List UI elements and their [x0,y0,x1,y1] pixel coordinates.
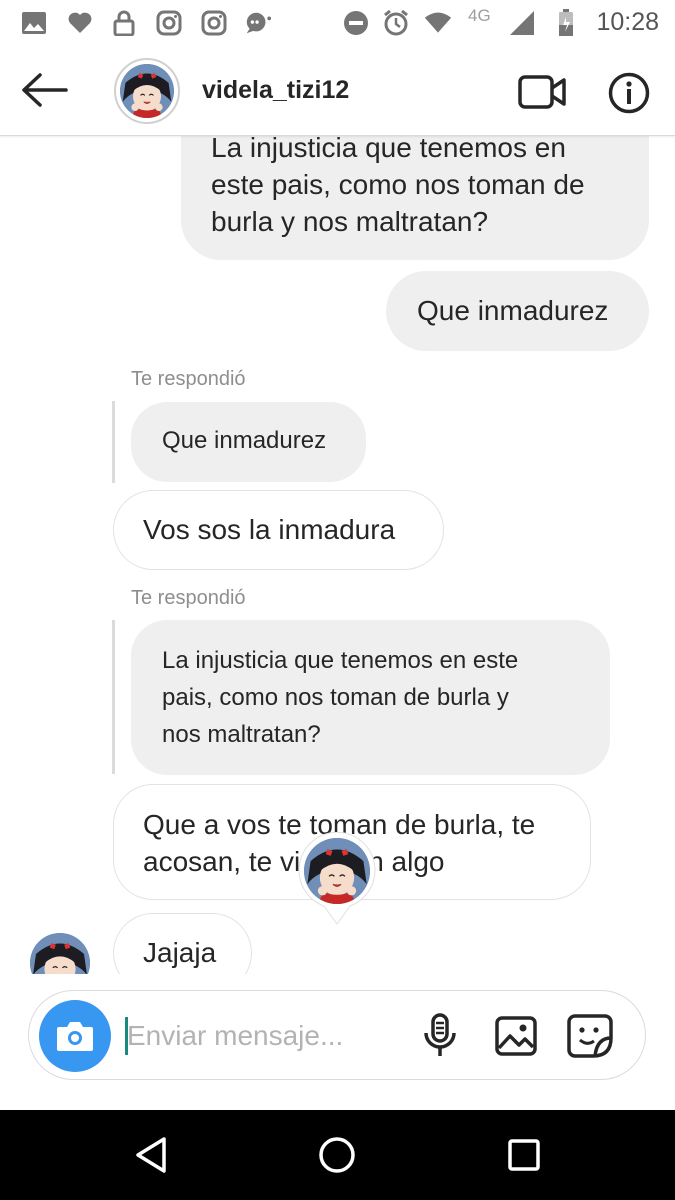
quoted-message[interactable]: La injusticia que tenemos en este pais, … [131,620,610,775]
video-camera-icon [518,75,566,109]
reply-label: Te respondió [131,587,246,609]
message-bubble-received[interactable]: Vos sos la inmadura [113,490,444,570]
message-text-line: La injusticia que tenemos en [211,136,566,163]
sticker-icon [567,1014,613,1058]
message-text: Vos sos la inmadura [143,514,396,545]
contact-username[interactable]: videla_tizi12 [202,76,349,105]
quoted-text-line: nos maltratan? [162,721,321,748]
reply-label: Te respondió [131,368,246,390]
message-text: Que inmadurez [417,295,609,326]
network-type: 4G [468,6,491,25]
microphone-button[interactable] [415,1011,465,1061]
quoted-text-line: pais, como nos toman de burla y [162,684,509,711]
message-composer [28,990,646,1080]
reply-quote-bar [112,401,115,483]
message-text: Jajaja [143,937,217,968]
reply-quote-bar [112,620,115,774]
nav-home-button[interactable] [307,1130,367,1180]
info-icon [608,72,650,114]
quoted-text-line: La injusticia que tenemos en este [162,647,519,674]
status-time: 10:28 [596,8,659,36]
message-bubble-received[interactable]: Jajaja [113,913,252,974]
image-icon [495,1016,537,1056]
system-navigation-bar [0,1110,675,1200]
nav-back-triangle-icon [136,1137,166,1173]
gallery-icon [20,9,48,37]
alarm-icon [382,9,410,37]
do-not-disturb-icon [342,9,370,37]
chat-bubble-icon [244,9,272,37]
instagram-icon [200,9,228,37]
status-bar: 4G 10:28 [0,0,675,46]
sticker-button[interactable] [565,1011,615,1061]
battery-icon [552,9,580,37]
arrow-left-icon [22,73,68,107]
message-input[interactable] [127,1013,407,1059]
quoted-message[interactable]: Que inmadurez [131,402,366,482]
contact-avatar[interactable] [114,58,180,124]
back-button[interactable] [18,66,70,114]
microphone-icon [424,1013,456,1056]
conversation-header: videla_tizi12 [0,46,675,136]
lock-icon [110,9,138,37]
wifi-icon [424,9,452,37]
nav-recents-square-icon [508,1139,540,1171]
camera-button[interactable] [39,1000,111,1072]
nav-back-button[interactable] [121,1130,181,1180]
camera-icon [57,1022,93,1051]
instagram-icon [155,9,183,37]
message-text-line: este pais, como nos toman de [211,169,585,200]
message-bubble-sent[interactable]: Que inmadurez [386,271,649,351]
cell-signal-icon [508,9,536,37]
message-bubble-sent[interactable]: La injusticia que tenemos en este pais, … [181,136,649,260]
heart-icon [66,9,94,37]
quoted-text: Que inmadurez [162,427,327,454]
video-call-button[interactable] [514,70,570,114]
gallery-button[interactable] [491,1011,541,1061]
message-text-line: burla y nos maltratan? [211,206,489,237]
info-button[interactable] [604,68,654,118]
nav-recents-button[interactable] [494,1130,554,1180]
seen-avatar-marker[interactable] [298,831,376,926]
nav-home-circle-icon [319,1137,355,1173]
sender-avatar[interactable] [30,933,90,974]
